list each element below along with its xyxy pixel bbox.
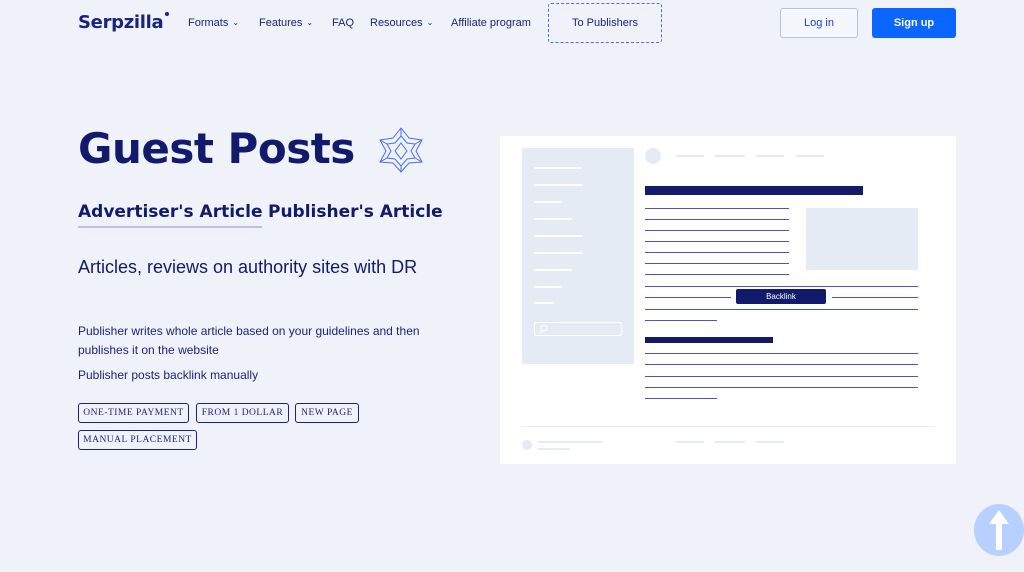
chevron-down-icon: ⌄ xyxy=(232,18,240,27)
nav-features-label: Features xyxy=(259,17,303,29)
scroll-to-top-button[interactable] xyxy=(974,504,1024,556)
tab-publishers-article[interactable]: Publisher's Article xyxy=(268,202,443,222)
badge-manual-placement: MANUAL PLACEMENT xyxy=(78,430,197,450)
description-text: Publisher writes whole article based on … xyxy=(78,324,420,357)
chevron-down-icon: ⌄ xyxy=(306,18,314,27)
nav-resources[interactable]: Resources ⌄ xyxy=(370,17,433,29)
logo[interactable]: Serpzilla xyxy=(78,12,170,33)
badge-from-1-dollar: FROM 1 DOLLAR xyxy=(196,403,289,423)
illustration-sidebar xyxy=(522,148,634,364)
arrow-up-icon xyxy=(989,510,1009,550)
backlink-label: Backlink xyxy=(736,289,826,304)
illustration-avatar xyxy=(645,148,661,164)
hero-subtitle: Articles, reviews on authority sites wit… xyxy=(78,257,418,277)
signup-button[interactable]: Sign up xyxy=(872,8,956,38)
site-header: Serpzilla Formats ⌄ Features ⌄ FAQ Resourc… xyxy=(0,0,1024,48)
article-illustration: Backlink xyxy=(500,136,956,464)
login-button[interactable]: Log in xyxy=(780,8,858,38)
illustration-subheading xyxy=(645,337,773,343)
to-publishers-link[interactable]: To Publishers xyxy=(548,3,662,43)
nav-features[interactable]: Features ⌄ xyxy=(259,17,313,29)
illustration-footer-divider xyxy=(522,426,934,427)
logo-dot xyxy=(165,12,170,16)
nav-faq-label: FAQ xyxy=(332,17,355,29)
badge-new-page: NEW PAGE xyxy=(295,403,359,423)
page-title: Guest Posts xyxy=(78,124,355,173)
nav-formats-label: Formats xyxy=(188,17,229,29)
nav-faq[interactable]: FAQ xyxy=(332,17,354,29)
tab-advertisers-article[interactable]: Advertiser's Article xyxy=(78,202,263,228)
logo-text: Serpzilla xyxy=(78,12,164,33)
illustration-heading xyxy=(645,186,863,195)
description-text-2: Publisher posts backlink manually xyxy=(78,368,259,382)
nav-resources-label: Resources xyxy=(370,17,423,29)
chevron-down-icon: ⌄ xyxy=(426,18,434,27)
star-icon xyxy=(379,127,423,173)
nav-affiliate-label: Affiliate program xyxy=(451,17,531,29)
nav-affiliate[interactable]: Affiliate program xyxy=(451,17,531,29)
illustration-search-box xyxy=(534,322,622,336)
search-icon xyxy=(539,324,548,334)
nav-formats[interactable]: Formats ⌄ xyxy=(188,17,239,29)
illustration-image xyxy=(806,208,918,270)
badge-one-time-payment: ONE-TIME PAYMENT xyxy=(78,403,189,423)
